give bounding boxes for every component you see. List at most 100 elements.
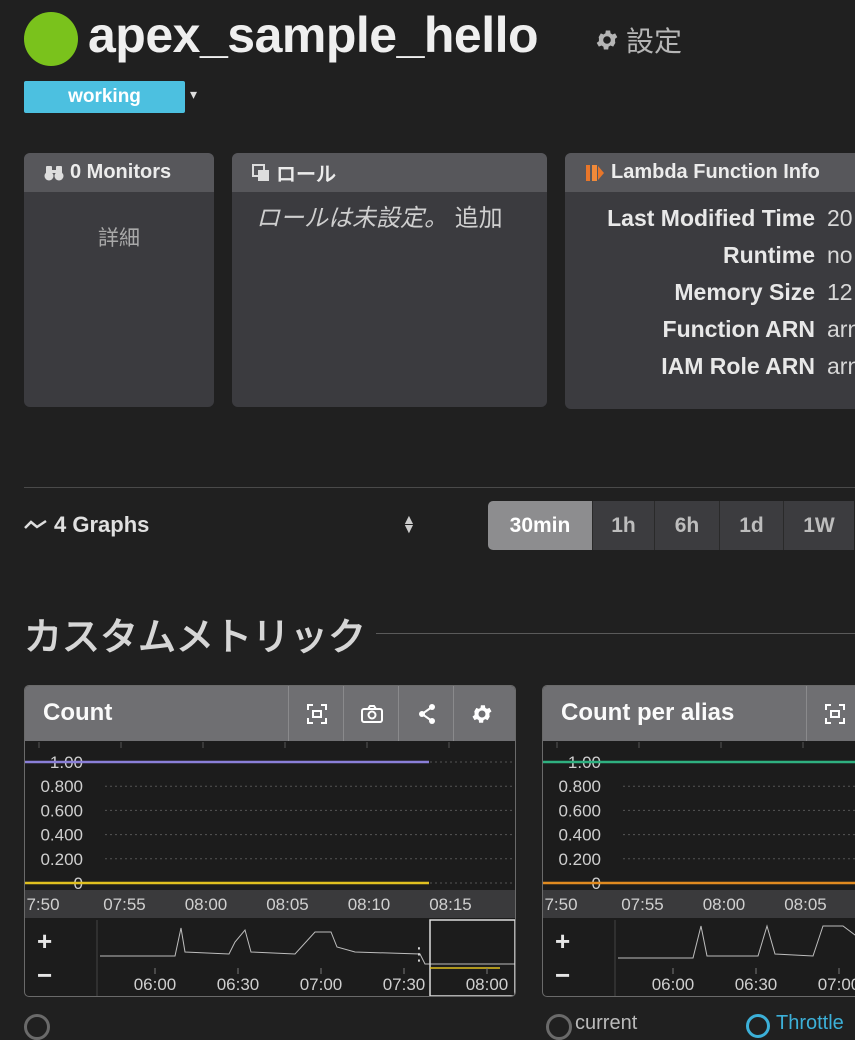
x-tick-label: 7:50 — [26, 895, 59, 914]
drag-handle-left: ⋮ — [410, 944, 428, 964]
overview-tick-label: 06:00 — [652, 975, 695, 994]
chart-plot[interactable]: 1.000.8000.6000.4000.20007:5007:5508:000… — [25, 742, 515, 996]
section-title: カスタムメトリック — [24, 617, 367, 659]
zoom-out-button[interactable]: − — [37, 960, 52, 991]
role-add-link[interactable]: 追加 — [455, 205, 503, 232]
overview-tick-label: 08:00 — [466, 975, 509, 994]
info-key: Last Modified Time — [607, 205, 815, 231]
graphs-selector-label: 4 Graphs — [54, 512, 150, 537]
range-1w-button[interactable]: 1W — [783, 501, 854, 550]
x-tick-label: 07:55 — [621, 895, 664, 914]
graphs-selector[interactable]: 4 Graphs — [24, 512, 149, 538]
info-row: Last Modified Time 20 — [565, 200, 855, 237]
info-key: Runtime — [723, 242, 815, 268]
section-divider — [376, 633, 855, 634]
overview-tick-label: 07:00 — [300, 975, 343, 994]
time-range-group: 30min 1h 6h 1d 1W — [488, 501, 854, 550]
info-row: Function ARN arn — [565, 311, 855, 348]
monitors-card: 0 Monitors 詳細 — [24, 153, 214, 407]
settings-label: 設定 — [626, 26, 683, 57]
info-value: no — [827, 242, 853, 268]
range-6h-button[interactable]: 6h — [654, 501, 719, 550]
chart-plot[interactable]: 1.000.8000.6000.4000.20007:5007:5508:000… — [543, 742, 855, 996]
x-tick-label: 08:05 — [266, 895, 309, 914]
overview-series — [618, 924, 855, 959]
range-30min-button[interactable]: 30min — [488, 501, 592, 550]
graph-panel-count: Count 1.000.8000.6000.4000.20007:5007:55… — [24, 685, 516, 997]
camera-icon — [360, 704, 383, 723]
role-empty-text: ロールは未設定。 — [256, 205, 448, 232]
monitors-detail-link[interactable]: 詳細 — [24, 222, 214, 252]
share-button[interactable] — [398, 686, 454, 741]
info-key: Function ARN — [662, 316, 815, 342]
panel-header: Count — [25, 686, 515, 741]
legend-toggle[interactable] — [24, 1014, 50, 1040]
overview-series — [100, 927, 515, 965]
snapshot-button[interactable] — [343, 686, 399, 741]
info-row: Memory Size 12 — [565, 274, 855, 311]
x-tick-label: 08:00 — [185, 895, 228, 914]
status-indicator — [24, 12, 78, 66]
expand-icon — [824, 703, 845, 724]
info-row: Runtime no — [565, 237, 855, 274]
binoculars-icon — [44, 165, 64, 180]
role-card-header: ロール — [232, 153, 547, 192]
overview-tick-label: 06:00 — [134, 975, 177, 994]
copy-icon — [252, 163, 269, 181]
info-value: 12 — [827, 279, 853, 305]
lambda-icon — [586, 164, 604, 181]
panel-settings-button[interactable] — [453, 686, 509, 741]
expand-icon — [306, 703, 327, 724]
y-tick-label: 0.200 — [40, 850, 83, 869]
line-chart-icon — [24, 519, 47, 529]
lambda-card-title: Lambda Function Info — [611, 161, 820, 183]
overview-tick-label: 06:30 — [735, 975, 778, 994]
page-title: apex_sample_hello — [88, 7, 539, 63]
divider — [24, 487, 855, 488]
graph-panel-count-per-alias: Count per alias 1.00 0.800 0.600 0.400 0.200… — [542, 685, 855, 997]
zoom-out-button[interactable]: − — [555, 960, 570, 991]
lambda-info-card: Lambda Function Info Last Modified Time 2… — [565, 153, 855, 409]
y-tick-label: 0.800 — [558, 777, 601, 796]
expand-button[interactable] — [288, 686, 344, 741]
role-card-title: ロール — [276, 164, 336, 186]
legend-toggle[interactable] — [546, 1014, 572, 1040]
zoom-in-button[interactable]: + — [37, 926, 52, 957]
range-1d-button[interactable]: 1d — [719, 501, 783, 550]
status-badge[interactable]: working — [24, 81, 185, 113]
gear-icon — [472, 704, 491, 723]
y-tick-label: 0.800 — [40, 777, 83, 796]
info-row: IAM Role ARN arn — [565, 348, 855, 385]
drag-handle-right: ⋮ — [514, 944, 515, 964]
monitors-card-header: 0 Monitors — [24, 153, 214, 192]
info-value: arn — [827, 353, 855, 379]
x-tick-label: 08:05 — [784, 895, 827, 914]
sort-updown-icon[interactable]: ▲ ▼ — [402, 512, 416, 535]
y-tick-label: 0.200 — [558, 850, 601, 869]
info-key: Memory Size — [674, 279, 815, 305]
panel-header: Count per alias — [543, 686, 855, 741]
zoom-in-button[interactable]: + — [555, 926, 570, 957]
info-key: IAM Role ARN — [661, 353, 815, 379]
panel-title: Count — [43, 699, 113, 726]
y-tick-label: 0.400 — [40, 826, 83, 845]
overview-tick-label: 07:00 — [818, 975, 855, 994]
overview-tick-label: 07:30 — [383, 975, 426, 994]
y-tick-label: 0.600 — [40, 801, 83, 820]
x-tick-label: 08:15 — [429, 895, 472, 914]
info-value: arn — [827, 316, 855, 342]
y-tick-label: 0.600 — [558, 801, 601, 820]
monitors-card-title: 0 Monitors — [70, 161, 172, 183]
expand-button[interactable] — [806, 686, 855, 741]
settings-link[interactable]: 設定 — [594, 20, 682, 60]
legend-toggle[interactable] — [746, 1014, 770, 1038]
panel-title: Count per alias — [561, 699, 735, 726]
role-card: ロール ロールは未設定。 追加 — [232, 153, 547, 407]
info-value: 20 — [827, 205, 853, 231]
lambda-card-header: Lambda Function Info — [565, 153, 855, 192]
overview-tick-label: 06:30 — [217, 975, 260, 994]
y-tick-label: 0.400 — [558, 826, 601, 845]
x-tick-label: 08:00 — [703, 895, 746, 914]
range-1h-button[interactable]: 1h — [592, 501, 654, 550]
chevron-down-icon[interactable]: ▾ — [190, 86, 197, 103]
